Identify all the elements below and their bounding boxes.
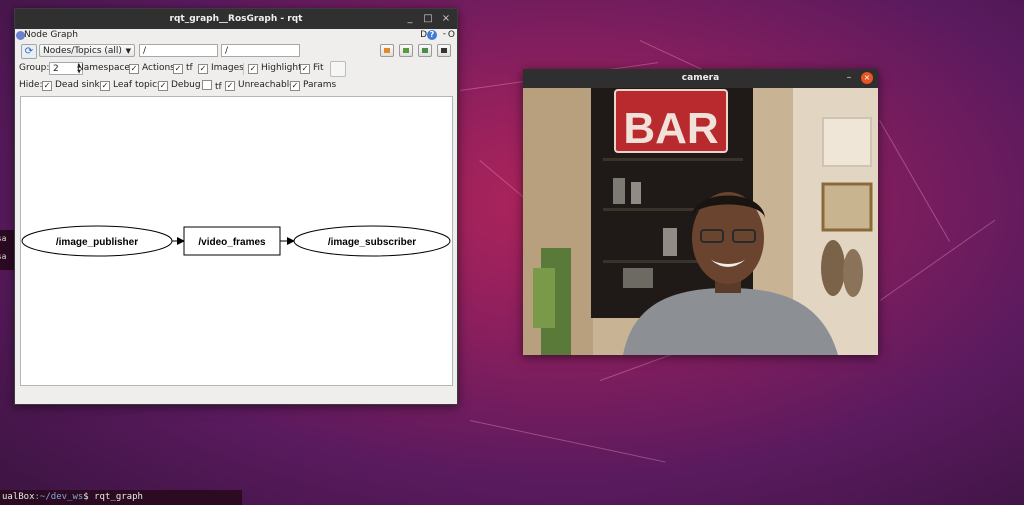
unreachable-checkbox[interactable]: ✓ Unreachable [225, 80, 295, 91]
terminal-line: ssa [0, 234, 7, 243]
close-button[interactable]: × [439, 12, 453, 26]
images-checkbox[interactable]: ✓ Images [198, 63, 244, 74]
dock-toggle-button[interactable]: D [420, 30, 427, 40]
prompt-command: rqt_graph [94, 492, 143, 502]
help-icon[interactable]: ? [427, 30, 437, 40]
plugin-header: Node Graph D ? - O [15, 29, 457, 43]
chevron-down-icon: ▼ [125, 47, 131, 55]
graph-svg: /image_publisher /video_frames /image_su… [21, 225, 451, 257]
graph-mode-value: Nodes/Topics (all) [43, 46, 122, 56]
terminal-prompt[interactable]: ualBox:~/dev_ws$ rqt_graph [0, 490, 242, 505]
graph-node-label: /image_publisher [56, 237, 138, 248]
tf-checkbox[interactable]: ✓ tf [173, 63, 193, 74]
camera-window-title: camera [681, 73, 720, 83]
bar-sign-text: BAR [623, 104, 718, 153]
hide-tf-checkbox[interactable]: tf [202, 80, 222, 92]
graph-node-label: /image_subscriber [328, 237, 416, 248]
tf-label: tf [186, 63, 193, 73]
fit-checkbox[interactable]: ✓ Fit [300, 63, 324, 74]
save-dot-button[interactable] [399, 44, 413, 57]
camera-feed-image: BAR [523, 88, 878, 355]
leaf-topics-label: Leaf topics [113, 80, 162, 90]
graph-mode-select[interactable]: Nodes/Topics (all) ▼ [39, 44, 135, 57]
rqt-window: rqt_graph__RosGraph - rqt _ □ × Node Gra… [14, 8, 458, 405]
graph-toolbar: ⟳ Nodes/Topics (all) ▼ / / [15, 43, 457, 59]
dead-sinks-checkbox[interactable]: ✓ Dead sinks [42, 80, 104, 91]
window-title: rqt_graph__RosGraph - rqt [169, 14, 303, 24]
debug-label: Debug [171, 80, 201, 90]
fit-in-view-button[interactable] [330, 61, 346, 77]
checkbox-unchecked-icon [202, 80, 212, 90]
topic-filter-input[interactable]: / [221, 44, 300, 57]
prompt-symbol: $ [83, 492, 89, 502]
terminal-line: ssa [0, 252, 7, 261]
desktop-pattern-line [469, 420, 666, 463]
group-value: 2 [53, 64, 59, 74]
plugin-close-button[interactable]: O [448, 30, 455, 40]
params-label: Params [303, 80, 337, 90]
highlight-checkbox[interactable]: ✓ Highlight [248, 63, 302, 74]
hide-options-row: Hide: ✓ Dead sinks ✓ Leaf topics ✓ Debug tf… [15, 78, 457, 94]
camera-minimize-button[interactable]: – [842, 71, 856, 85]
graph-canvas[interactable]: /image_publisher /video_frames /image_su… [20, 96, 453, 386]
rqt-titlebar[interactable]: rqt_graph__RosGraph - rqt _ □ × [15, 9, 457, 29]
group-options-row: Group: 2 ▲ ▼ Namespaces ✓ Actions ✓ tf ✓ Ima… [15, 61, 457, 77]
toolbar-separator [243, 63, 244, 75]
fit-label: Fit [313, 63, 324, 73]
save-svg-button[interactable] [418, 44, 432, 57]
checkbox-checked-icon: ✓ [300, 64, 310, 74]
images-label: Images [211, 63, 244, 73]
refresh-icon[interactable]: ⟳ [21, 44, 37, 59]
prompt-host: ualBox [2, 492, 35, 502]
group-label: Group: [19, 63, 50, 73]
minimize-button[interactable]: _ [403, 12, 417, 26]
plugin-minimize-button[interactable]: - [443, 29, 446, 39]
unreachable-label: Unreachable [238, 80, 295, 90]
checkbox-checked-icon: ✓ [42, 81, 52, 91]
maximize-button[interactable]: □ [421, 12, 435, 26]
dead-sinks-label: Dead sinks [55, 80, 105, 90]
actions-checkbox[interactable]: ✓ Actions [129, 63, 175, 74]
leaf-topics-checkbox[interactable]: ✓ Leaf topics [100, 80, 162, 91]
debug-checkbox[interactable]: ✓ Debug [158, 80, 201, 91]
plugin-title: Node Graph [24, 30, 78, 40]
checkbox-checked-icon: ✓ [248, 64, 258, 74]
prompt-path: :~/dev_ws [34, 492, 84, 502]
hide-tf-label: tf [215, 82, 222, 92]
actions-label: Actions [142, 63, 175, 73]
checkbox-checked-icon: ✓ [100, 81, 110, 91]
desktop-pattern-line [880, 219, 996, 301]
load-dot-button[interactable] [380, 44, 394, 57]
terminal-fragment: ssa ssa [0, 230, 14, 270]
hide-label: Hide: [19, 80, 43, 90]
webcam-frame: BAR [523, 88, 878, 355]
checkbox-checked-icon: ✓ [129, 64, 139, 74]
graph-topic-label: /video_frames [198, 237, 266, 248]
checkbox-checked-icon: ✓ [198, 64, 208, 74]
save-image-button[interactable] [437, 44, 451, 57]
camera-titlebar[interactable]: camera – × [523, 69, 878, 88]
checkbox-checked-icon: ✓ [173, 64, 183, 74]
checkbox-checked-icon: ✓ [290, 81, 300, 91]
camera-close-button[interactable]: × [861, 72, 873, 84]
checkbox-checked-icon: ✓ [158, 81, 168, 91]
namespaces-label: Namespaces [77, 63, 135, 73]
camera-window: camera – × BAR [523, 69, 878, 355]
desktop-pattern-line [879, 120, 950, 242]
highlight-label: Highlight [261, 63, 302, 73]
params-checkbox[interactable]: ✓ Params [290, 80, 336, 91]
node-filter-input[interactable]: / [139, 44, 218, 57]
checkbox-checked-icon: ✓ [225, 81, 235, 91]
